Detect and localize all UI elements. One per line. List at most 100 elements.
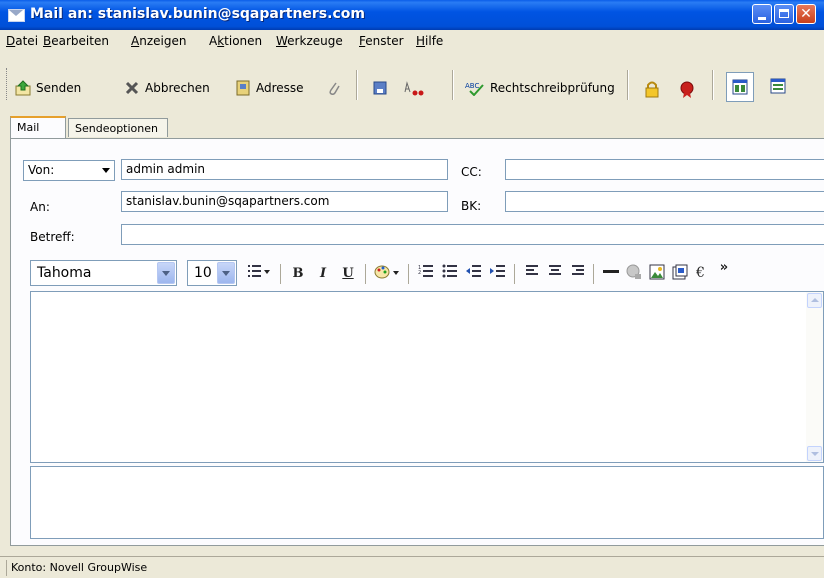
more-options-button[interactable]: » bbox=[714, 258, 734, 278]
save-draft-button[interactable] bbox=[372, 80, 393, 102]
insert-table-button[interactable] bbox=[670, 264, 690, 284]
svg-text:€: € bbox=[695, 265, 705, 280]
text-color-button[interactable] bbox=[373, 264, 403, 284]
format-separator bbox=[365, 264, 366, 284]
bullet-list-icon bbox=[442, 264, 457, 278]
close-button[interactable]: ✕ bbox=[796, 4, 816, 24]
menu-bearbeiten[interactable]: Bearbeiten bbox=[43, 34, 109, 48]
font-family-value: Tahoma bbox=[37, 265, 92, 281]
from-dropdown[interactable]: Von: bbox=[23, 160, 115, 181]
maximize-button[interactable] bbox=[774, 4, 794, 24]
title-bar[interactable]: Mail an: stanislav.bunin@sqapartners.com… bbox=[0, 0, 824, 30]
paragraph-style-icon bbox=[248, 265, 270, 277]
align-right-icon bbox=[572, 265, 584, 275]
bcc-field[interactable] bbox=[505, 191, 824, 212]
main-toolbar: Senden Abbrechen Adresse ABC Rechtschreib… bbox=[0, 52, 824, 118]
view-toggle-2-icon bbox=[770, 78, 786, 94]
close-icon: ✕ bbox=[800, 6, 812, 22]
spellcheck-icon: ABC bbox=[465, 82, 484, 96]
signature-icon bbox=[404, 81, 424, 96]
status-bar: Konto: Novell GroupWise bbox=[0, 556, 824, 578]
menu-fenster[interactable]: Fenster bbox=[359, 34, 404, 48]
menu-bar: Datei Bearbeiten Anzeigen Aktionen Werkz… bbox=[0, 30, 824, 52]
send-label: Senden bbox=[36, 81, 82, 95]
font-size-value: 10 bbox=[194, 265, 212, 281]
send-icon bbox=[15, 80, 31, 96]
tab-sendeoptionen[interactable]: Sendeoptionen bbox=[68, 118, 168, 137]
tab-mail[interactable]: Mail bbox=[10, 116, 66, 138]
bullet-list-button[interactable] bbox=[440, 264, 460, 284]
font-size-select[interactable]: 10 bbox=[187, 260, 237, 286]
view-toggle-button[interactable] bbox=[726, 72, 754, 102]
toolbar-grip[interactable] bbox=[6, 68, 10, 100]
menu-aktionen[interactable]: Aktionen bbox=[209, 34, 262, 48]
outdent-icon bbox=[466, 265, 481, 277]
chevron-down-icon bbox=[102, 168, 110, 173]
secondary-text-area[interactable] bbox=[30, 466, 824, 539]
horizontal-line-icon bbox=[603, 270, 619, 273]
paragraph-style-button[interactable] bbox=[245, 264, 273, 284]
align-center-icon bbox=[549, 265, 561, 275]
align-left-button[interactable] bbox=[522, 264, 542, 284]
menu-werkzeuge[interactable]: Werkzeuge bbox=[276, 34, 343, 48]
align-right-button[interactable] bbox=[568, 264, 588, 284]
special-char-button[interactable]: € bbox=[693, 264, 713, 284]
toolbar-separator bbox=[452, 70, 454, 100]
underline-button[interactable]: U bbox=[338, 264, 358, 284]
to-field[interactable]: stanislav.bunin@sqapartners.com bbox=[121, 191, 448, 212]
cancel-button[interactable]: Abbrechen bbox=[124, 80, 210, 102]
from-label: Von: bbox=[28, 163, 55, 177]
menu-hilfe[interactable]: Hilfe bbox=[416, 34, 443, 48]
sign-button[interactable] bbox=[678, 80, 701, 102]
chevron-down-icon[interactable] bbox=[157, 262, 175, 284]
window-title: Mail an: stanislav.bunin@sqapartners.com bbox=[30, 6, 365, 22]
from-field[interactable]: admin admin bbox=[121, 159, 448, 180]
palette-icon bbox=[374, 265, 399, 279]
scroll-up-arrow-icon[interactable] bbox=[807, 293, 822, 308]
mail-compose-window: Mail an: stanislav.bunin@sqapartners.com… bbox=[0, 0, 824, 578]
cancel-icon bbox=[125, 81, 139, 95]
signature-button[interactable] bbox=[403, 80, 430, 102]
indent-button[interactable] bbox=[488, 264, 508, 284]
format-separator bbox=[593, 264, 594, 284]
toolbar-separator bbox=[627, 70, 629, 100]
view-toggle-icon bbox=[732, 79, 748, 95]
menu-datei[interactable]: Datei bbox=[6, 34, 38, 48]
format-toolbar: Tahoma 10 B I U 12 € » bbox=[30, 258, 824, 288]
send-button[interactable]: Senden bbox=[15, 80, 81, 102]
attach-button[interactable] bbox=[326, 80, 347, 102]
subject-field[interactable] bbox=[121, 224, 824, 245]
svg-text:ABC: ABC bbox=[465, 82, 479, 90]
spellcheck-button[interactable]: ABC Rechtschreibprüfung bbox=[465, 80, 615, 102]
encrypt-button[interactable] bbox=[643, 80, 666, 102]
bold-button[interactable]: B bbox=[288, 264, 308, 284]
insert-image-button[interactable] bbox=[647, 264, 667, 284]
cc-label: CC: bbox=[461, 165, 482, 179]
message-body-editor[interactable] bbox=[30, 291, 824, 463]
italic-button[interactable]: I bbox=[313, 264, 333, 284]
toolbar-separator bbox=[356, 70, 358, 100]
address-book-icon bbox=[236, 80, 250, 96]
scroll-down-arrow-icon[interactable] bbox=[807, 446, 822, 461]
align-center-button[interactable] bbox=[545, 264, 565, 284]
outdent-button[interactable] bbox=[464, 264, 484, 284]
font-family-select[interactable]: Tahoma bbox=[30, 260, 177, 286]
envelope-icon bbox=[8, 9, 25, 22]
numbered-list-button[interactable]: 12 bbox=[416, 264, 436, 284]
view-toggle-2-button[interactable] bbox=[770, 78, 791, 100]
menu-anzeigen[interactable]: Anzeigen bbox=[131, 34, 186, 48]
indent-icon bbox=[490, 265, 505, 277]
cc-field[interactable] bbox=[505, 159, 824, 180]
body-scrollbar[interactable] bbox=[806, 292, 823, 462]
insert-link-button[interactable] bbox=[624, 264, 644, 284]
format-separator bbox=[514, 264, 515, 284]
seal-icon bbox=[680, 81, 694, 98]
chevron-down-icon[interactable] bbox=[217, 262, 235, 284]
address-label: Adresse bbox=[256, 81, 304, 95]
minimize-button[interactable] bbox=[752, 4, 772, 24]
numbered-list-icon: 12 bbox=[418, 265, 433, 277]
to-label: An: bbox=[30, 200, 50, 214]
svg-text:2: 2 bbox=[418, 270, 421, 276]
horizontal-line-button[interactable] bbox=[601, 264, 621, 284]
address-button[interactable]: Adresse bbox=[235, 80, 304, 102]
